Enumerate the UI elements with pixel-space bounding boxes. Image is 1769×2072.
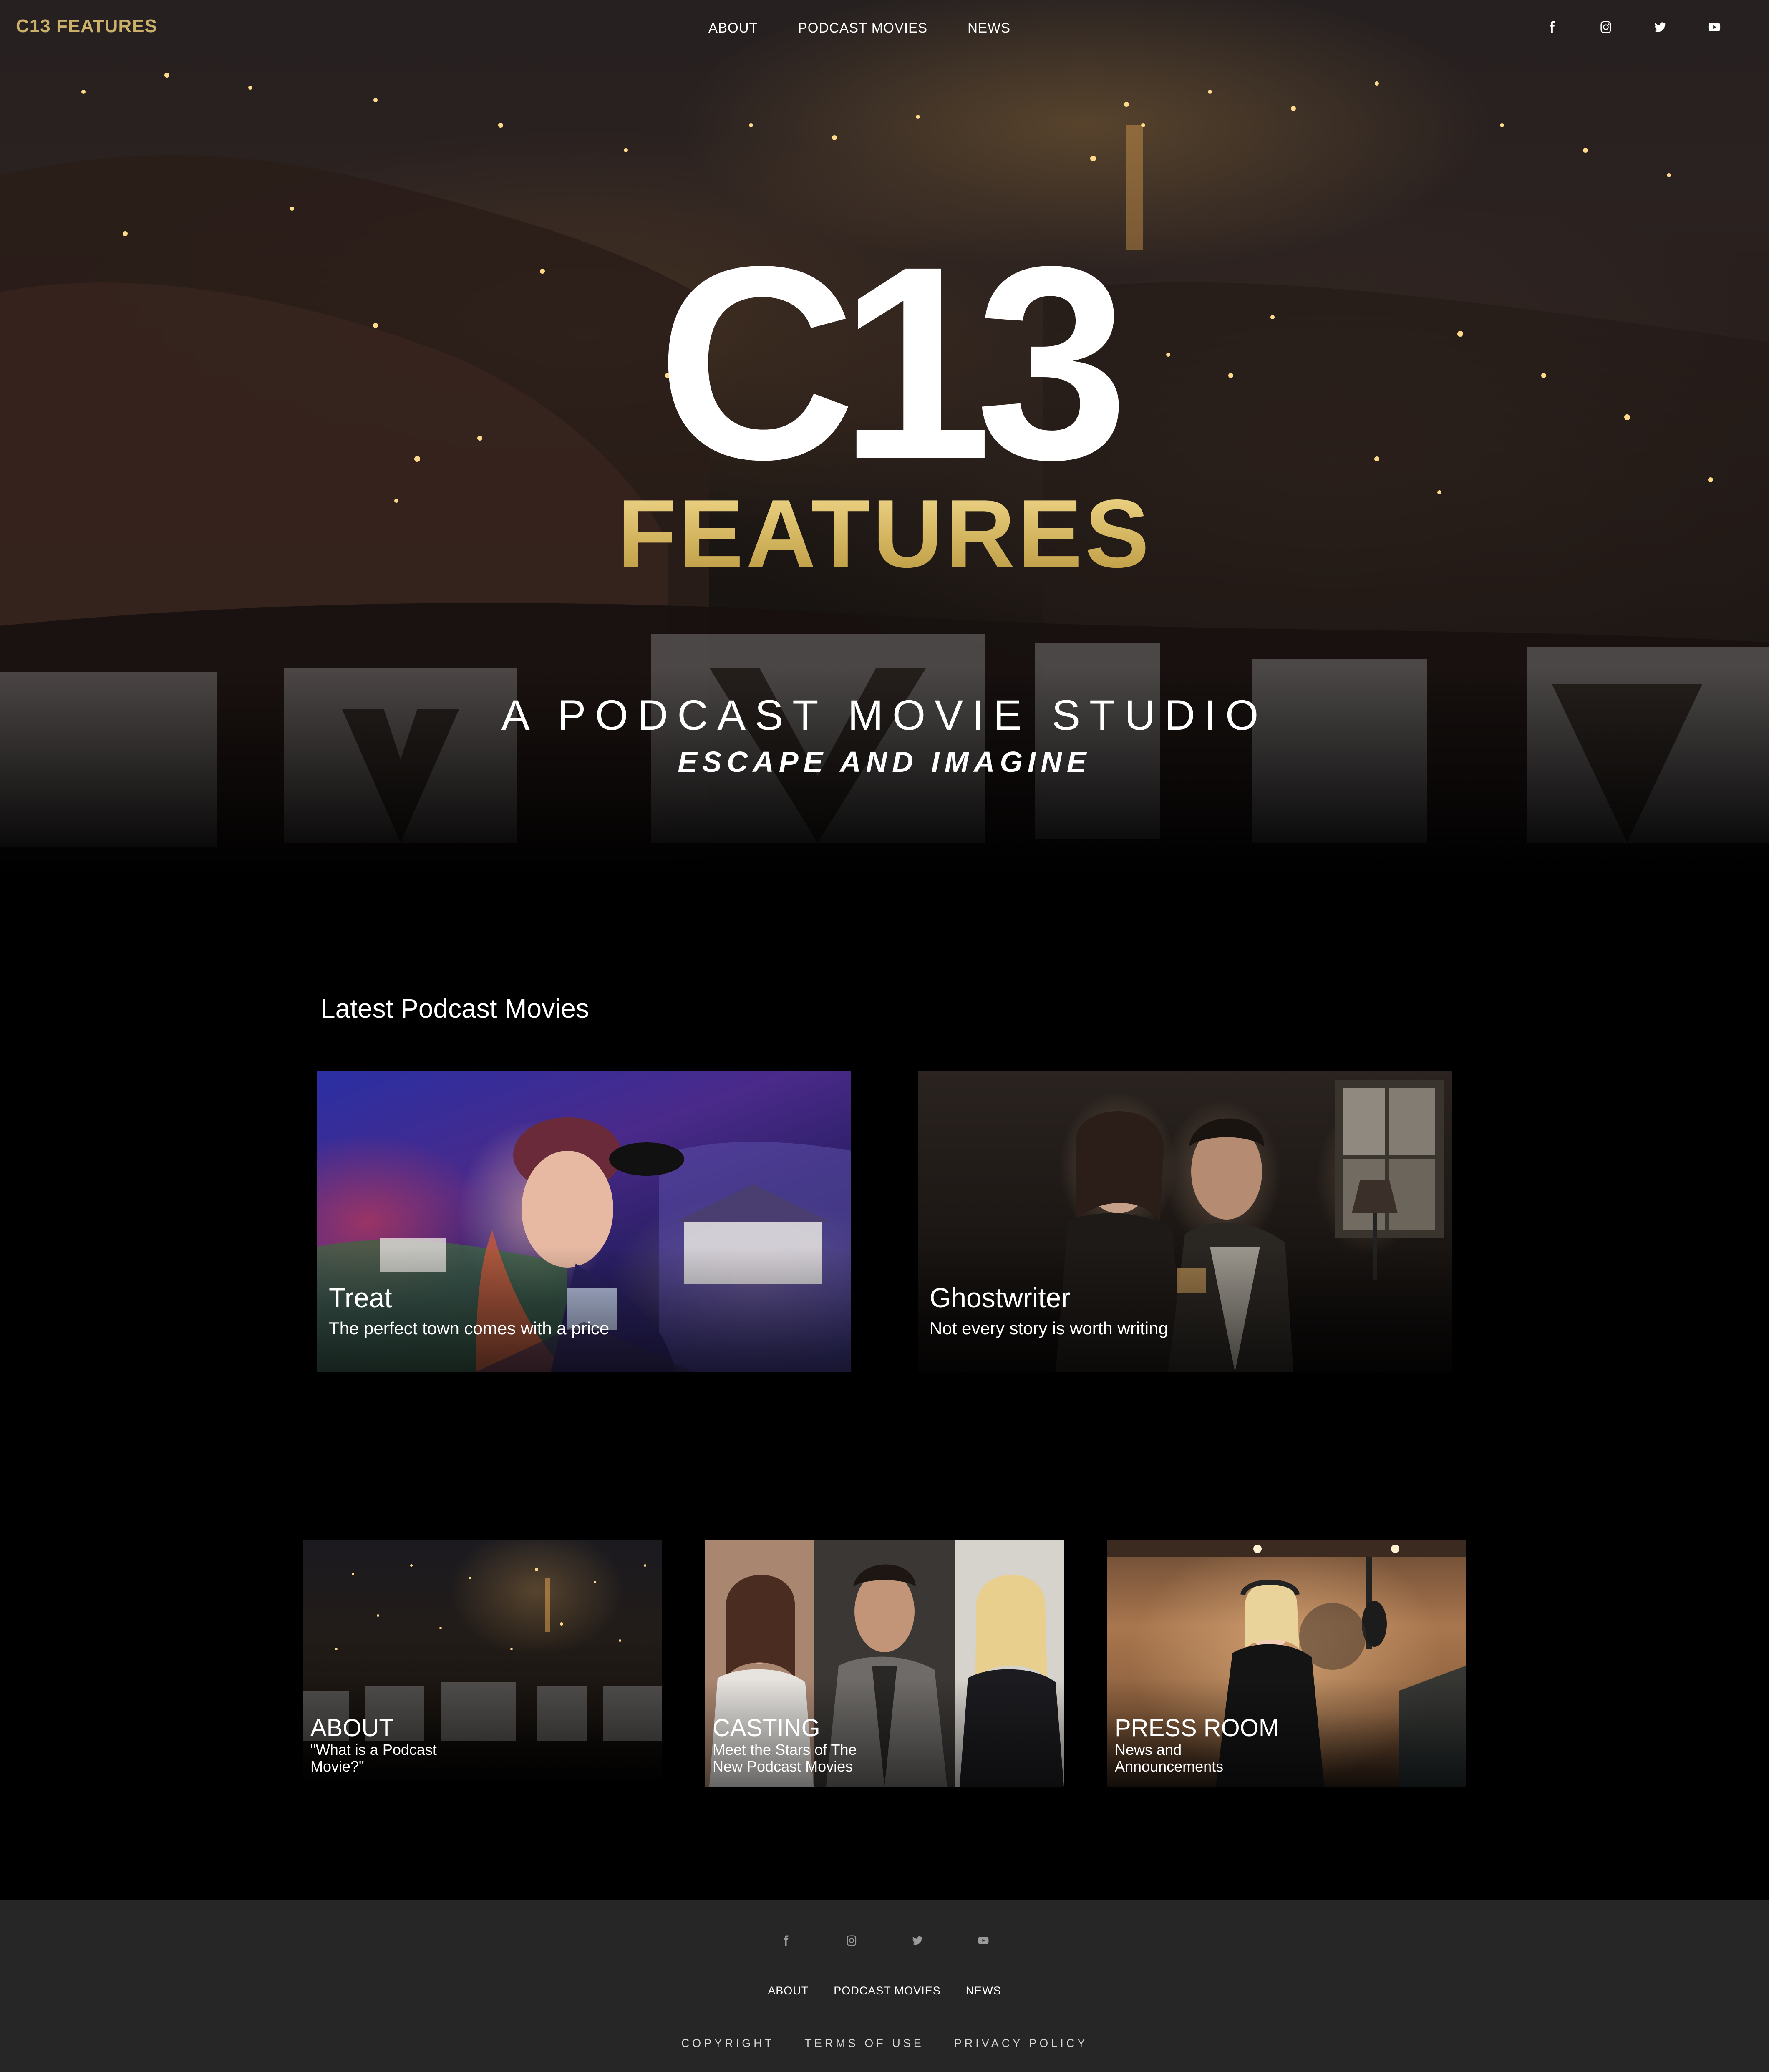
footer-nav: ABOUT PODCAST MOVIES NEWS bbox=[0, 1984, 1769, 1997]
youtube-icon[interactable] bbox=[1705, 18, 1724, 37]
tile-casting[interactable]: CASTING Meet the Stars of The New Podcas… bbox=[705, 1540, 1064, 1787]
movie-tagline-treat: The perfect town comes with a price bbox=[329, 1318, 610, 1338]
hero-logo: C13 FEATURES bbox=[513, 209, 1256, 584]
instagram-icon[interactable] bbox=[1596, 18, 1615, 37]
footer-nav-about[interactable]: ABOUT bbox=[768, 1984, 809, 1997]
hero-banner: C13 FEATURES A PODCAST MOVIE STUDIO ESCA… bbox=[0, 0, 1769, 876]
tile-subtitle-about: "What is a Podcast Movie?" bbox=[310, 1741, 437, 1775]
latest-podcast-movies-heading: Latest Podcast Movies bbox=[320, 993, 589, 1023]
footer: ABOUT PODCAST MOVIES NEWS COPYRIGHT TERM… bbox=[0, 1900, 1769, 2072]
tile-press-room[interactable]: PRESS ROOM News and Announcements bbox=[1107, 1540, 1466, 1787]
movie-title-treat: Treat bbox=[329, 1282, 392, 1313]
footer-nav-podcast-movies[interactable]: PODCAST MOVIES bbox=[834, 1984, 941, 1997]
main-nav: ABOUT PODCAST MOVIES NEWS bbox=[708, 20, 1010, 36]
card-gradient bbox=[317, 1247, 851, 1372]
hero-logo-c13: C13 bbox=[657, 209, 1129, 517]
footer-social-links bbox=[0, 1931, 1769, 1950]
footer-nav-news[interactable]: NEWS bbox=[966, 1984, 1001, 1997]
facebook-icon[interactable] bbox=[776, 1931, 795, 1950]
footer-legal-links: COPYRIGHT TERMS OF USE PRIVACY POLICY bbox=[0, 2037, 1769, 2050]
tile-about[interactable]: ABOUT "What is a Podcast Movie?" bbox=[303, 1540, 662, 1787]
movie-tagline-ghostwriter: Not every story is worth writing bbox=[930, 1318, 1168, 1338]
twitter-icon[interactable] bbox=[1651, 18, 1670, 37]
hero-logo-features: FEATURES bbox=[513, 484, 1256, 584]
twitter-icon[interactable] bbox=[908, 1931, 927, 1950]
tile-subtitle-press-room: News and Announcements bbox=[1115, 1741, 1224, 1775]
instagram-icon[interactable] bbox=[842, 1931, 861, 1950]
footer-copyright-link[interactable]: COPYRIGHT bbox=[681, 2037, 775, 2050]
tile-title-press-room: PRESS ROOM bbox=[1115, 1714, 1279, 1742]
nav-news[interactable]: NEWS bbox=[968, 20, 1010, 36]
movie-title-ghostwriter: Ghostwriter bbox=[930, 1282, 1071, 1313]
nav-about[interactable]: ABOUT bbox=[708, 20, 758, 36]
footer-terms-link[interactable]: TERMS OF USE bbox=[804, 2037, 924, 2050]
tile-title-casting: CASTING bbox=[713, 1714, 820, 1742]
header-social-links bbox=[1542, 18, 1724, 37]
youtube-icon[interactable] bbox=[974, 1931, 993, 1950]
movie-card-treat[interactable]: Treat The perfect town comes with a pric… bbox=[317, 1071, 851, 1372]
footer-privacy-link[interactable]: PRIVACY POLICY bbox=[954, 2037, 1088, 2050]
nav-podcast-movies[interactable]: PODCAST MOVIES bbox=[798, 20, 927, 36]
tile-title-about: ABOUT bbox=[310, 1714, 394, 1742]
hero-subtagline: ESCAPE AND IMAGINE bbox=[678, 746, 1091, 778]
movie-card-ghostwriter[interactable]: Ghostwriter Not every story is worth wri… bbox=[918, 1071, 1452, 1372]
brand-logo[interactable]: C13 FEATURES bbox=[16, 16, 157, 37]
tile-subtitle-casting: Meet the Stars of The New Podcast Movies bbox=[713, 1741, 857, 1775]
top-navigation: C13 FEATURES ABOUT PODCAST MOVIES NEWS bbox=[0, 0, 1769, 54]
hero-tagline: A PODCAST MOVIE STUDIO bbox=[501, 691, 1268, 739]
facebook-icon[interactable] bbox=[1542, 18, 1561, 37]
